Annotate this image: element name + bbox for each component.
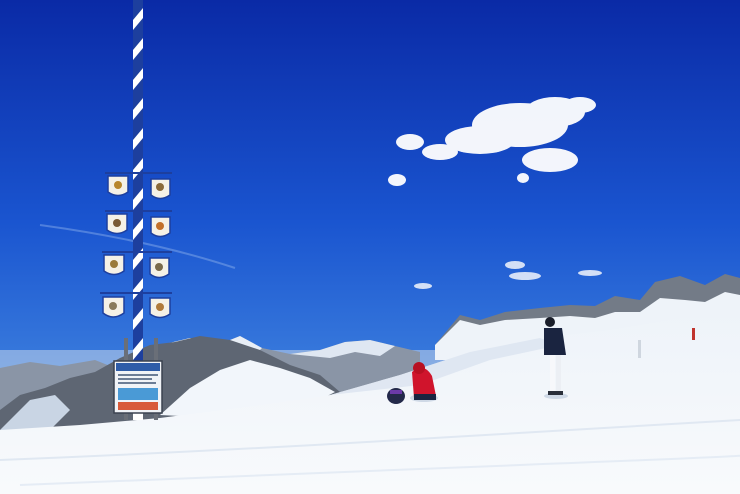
shield-figure-2 xyxy=(150,178,171,200)
alpine-summit-photo xyxy=(0,0,740,494)
scene-canvas xyxy=(0,0,740,494)
shield-figure-7 xyxy=(102,296,125,318)
backpack xyxy=(387,388,405,404)
distant-skier xyxy=(692,328,695,340)
shield-figure-3 xyxy=(106,213,128,235)
shield-figure-4 xyxy=(150,216,171,238)
distant-marker xyxy=(638,340,641,358)
shield-figure-5 xyxy=(103,254,125,276)
shield-crest-1 xyxy=(107,175,129,197)
shield-figure-8 xyxy=(149,297,171,319)
shield-figure-6 xyxy=(149,257,170,279)
